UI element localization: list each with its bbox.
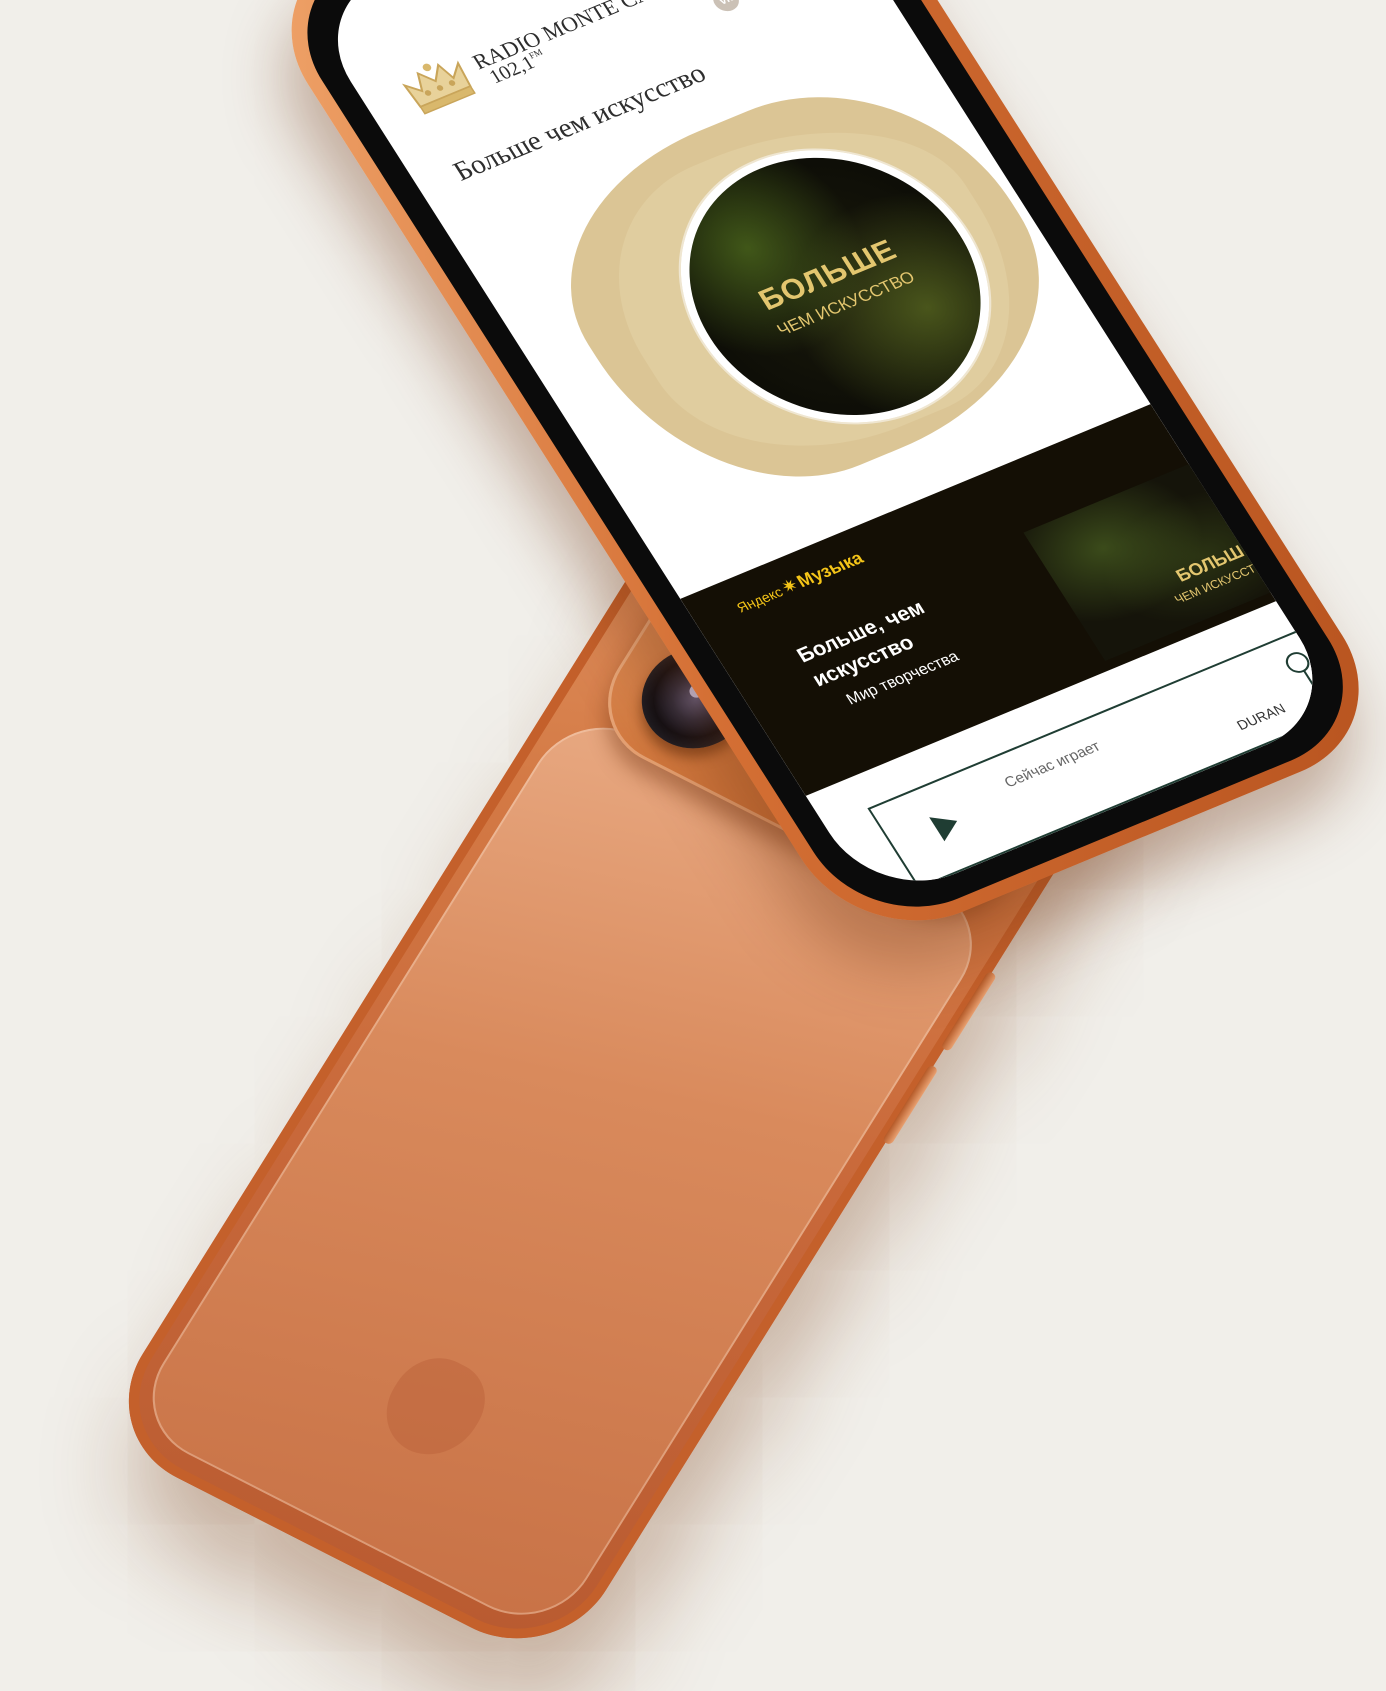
yandex-logo-text: Яндекс — [733, 583, 786, 616]
front-phone: RADIO MONTE CARLO 102,1FM vk ok ✈ Больше… — [248, 0, 1386, 954]
phone-bezel: RADIO MONTE CARLO 102,1FM vk ok ✈ Больше… — [268, 0, 1382, 937]
crown-logo-icon[interactable] — [393, 50, 482, 120]
yandex-music-logo: Яндекс✷Музыка — [732, 548, 868, 617]
now-playing-artist: DURAN — [1233, 700, 1289, 734]
product-scene: RADIO MONTE CARLO 102,1FM vk ok ✈ Больше… — [0, 0, 1386, 1691]
apple-logo-icon — [368, 1344, 502, 1471]
vk-icon[interactable]: vk — [708, 0, 744, 15]
play-icon[interactable] — [929, 808, 965, 842]
playlist-cover[interactable]: БОЛЬШЕ ЧЕМ ИСКУССТВО — [1023, 456, 1290, 662]
volume-knob[interactable] — [1281, 649, 1314, 677]
social-links: vk ok ✈ — [692, 0, 832, 25]
now-playing-label: Сейчас играет — [1001, 738, 1104, 792]
music-logo-text: Музыка — [793, 547, 867, 592]
phone-screen: RADIO MONTE CARLO 102,1FM vk ok ✈ Больше… — [303, 0, 1347, 907]
